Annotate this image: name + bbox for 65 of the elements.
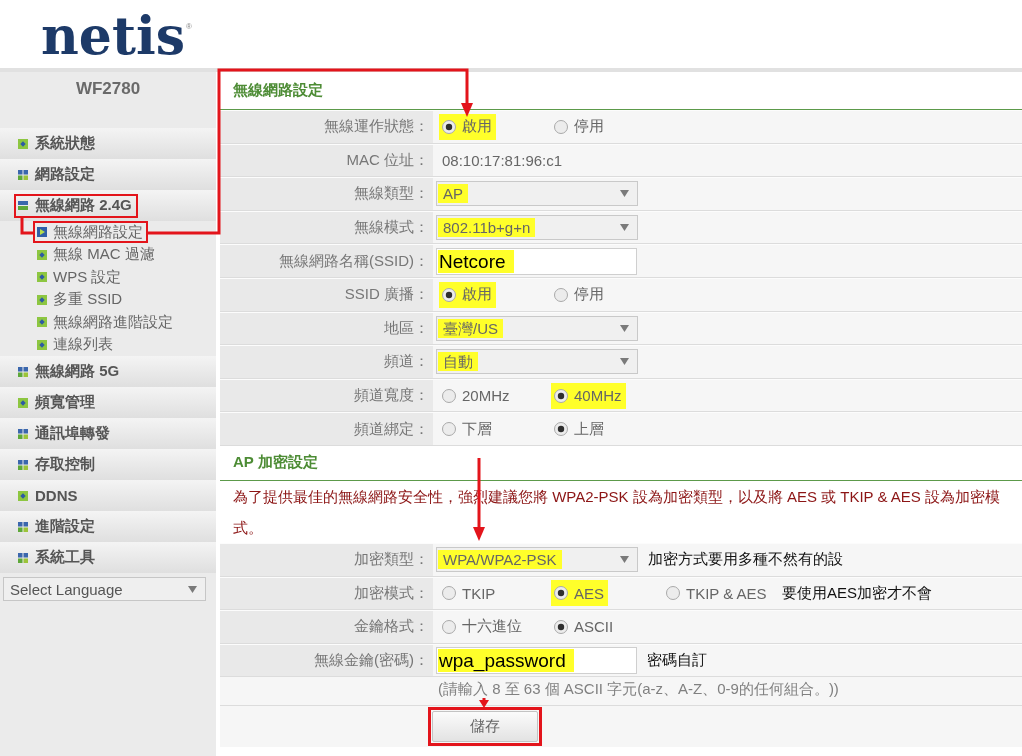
text-field[interactable]: wpa_password — [436, 647, 637, 674]
field-label: 無線網路名稱(SSID)： — [279, 251, 429, 271]
caret-icon — [620, 224, 629, 232]
field-label: 頻道綁定： — [354, 419, 429, 439]
registered-mark: ® — [185, 22, 192, 31]
radio-option[interactable]: ASCII — [551, 613, 618, 640]
radio-button[interactable] — [442, 388, 456, 403]
radio-option[interactable]: 十六進位 — [439, 613, 526, 640]
text-field[interactable]: Netcore — [436, 247, 637, 275]
radio-button[interactable] — [554, 586, 568, 601]
radio-option[interactable]: 下層 — [439, 416, 496, 443]
select-field[interactable]: 802.11b+g+n — [436, 215, 638, 241]
select-field[interactable]: 自動 — [436, 349, 638, 375]
hint-text: (請輸入 8 至 63 個 ASCII 字元(a-z、A-Z、0-9的任何組合。)) — [438, 680, 839, 698]
field-label: 加密類型： — [354, 550, 429, 570]
select-field[interactable]: 臺灣/US — [436, 315, 638, 341]
note-text: 密碼自訂 — [647, 651, 707, 670]
field-label: 無線類型： — [354, 184, 429, 204]
radio-button[interactable] — [442, 119, 456, 134]
field-label: 地區： — [384, 318, 429, 338]
radio-option[interactable]: 40MHz — [551, 382, 626, 409]
caret-icon — [620, 358, 629, 366]
radio-option[interactable]: AES — [551, 580, 608, 607]
caret-icon — [620, 556, 629, 564]
field-label: 加密模式： — [354, 583, 429, 603]
radio-option[interactable]: 20MHz — [439, 382, 514, 409]
language-select[interactable]: Select Language — [3, 577, 206, 601]
radio-button[interactable] — [442, 422, 456, 437]
note-text: 要使用AES加密才不會 — [782, 583, 932, 603]
radio-option[interactable]: 啟用 — [439, 113, 496, 140]
radio-option[interactable]: 停用 — [551, 281, 608, 308]
field-label: 頻道寬度： — [354, 386, 429, 406]
select-field[interactable]: WPA/WPA2-PSK — [436, 547, 638, 573]
select-field[interactable]: AP — [436, 181, 638, 207]
caret-icon — [620, 324, 629, 332]
logo-text: netis — [41, 10, 185, 62]
field-label: 無線模式： — [354, 218, 429, 238]
radio-button[interactable] — [442, 586, 456, 601]
radio-option[interactable]: 啟用 — [439, 281, 496, 308]
radio-button[interactable] — [554, 388, 568, 403]
field-label: 頻道： — [384, 352, 429, 372]
radio-button[interactable] — [554, 422, 568, 437]
section-title: AP 加密設定 — [233, 453, 318, 473]
save-button[interactable]: 儲存 — [432, 711, 538, 743]
section-title: 無線網路設定 — [233, 81, 323, 100]
caret-icon — [620, 190, 629, 198]
radio-option[interactable]: 上層 — [551, 416, 608, 443]
radio-button[interactable] — [442, 287, 456, 302]
radio-button[interactable] — [442, 619, 456, 634]
radio-option[interactable]: 停用 — [551, 113, 608, 140]
note-text: 加密方式要用多種不然有的設 — [648, 550, 843, 570]
field-label: SSID 廣播： — [344, 285, 429, 305]
field-label: 無線金鑰(密碼)： — [314, 651, 429, 670]
field-label: 金鑰格式： — [354, 617, 429, 637]
field-label: MAC 位址： — [346, 150, 429, 170]
radio-option[interactable]: TKIP — [439, 580, 500, 607]
radio-option[interactable]: TKIP & AES — [663, 580, 771, 607]
field-label: 無線運作狀態： — [324, 117, 429, 137]
caret-icon — [188, 585, 197, 593]
radio-button[interactable] — [554, 619, 568, 634]
model-name: WF2780 — [75, 79, 141, 99]
field-value: 08:10:17:81:96:c1 — [442, 151, 563, 169]
radio-button[interactable] — [554, 119, 568, 134]
radio-button[interactable] — [666, 586, 680, 601]
radio-button[interactable] — [554, 287, 568, 302]
